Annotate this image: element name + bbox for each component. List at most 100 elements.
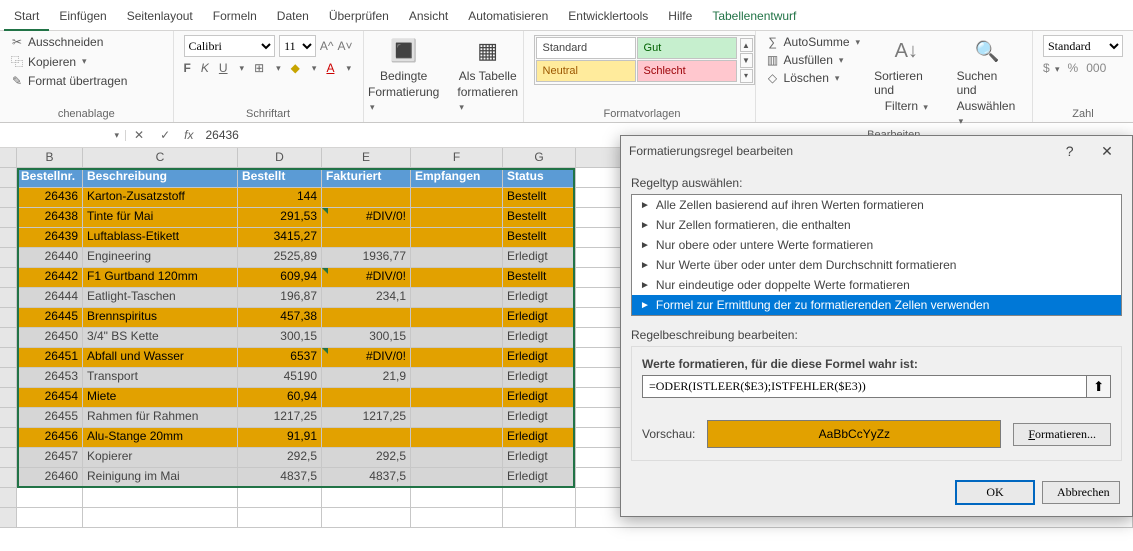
number-format-select[interactable]: Standard bbox=[1043, 35, 1123, 57]
cell[interactable] bbox=[411, 188, 503, 208]
cell[interactable]: 91,91 bbox=[238, 428, 322, 448]
italic-button[interactable]: K bbox=[201, 61, 209, 75]
row-header[interactable] bbox=[0, 228, 17, 248]
cell[interactable]: 26451 bbox=[17, 348, 83, 368]
fx-icon[interactable]: fx bbox=[178, 128, 199, 142]
style-schlecht[interactable]: Schlecht bbox=[637, 60, 737, 82]
style-standard[interactable]: Standard bbox=[536, 37, 636, 59]
cell[interactable]: 457,38 bbox=[238, 308, 322, 328]
conditional-formatting-button[interactable]: 🔳 Bedingte Formatierung ▾ bbox=[364, 35, 443, 113]
cell[interactable]: 1217,25 bbox=[322, 408, 411, 428]
cell-styles-gallery[interactable]: Standard Neutral Gut Schlecht ▲ ▼ ▾ bbox=[534, 35, 755, 85]
cell[interactable]: 4837,5 bbox=[238, 468, 322, 488]
cell[interactable] bbox=[0, 488, 17, 508]
cell[interactable]: 292,5 bbox=[322, 448, 411, 468]
cell[interactable] bbox=[17, 488, 83, 508]
cell[interactable] bbox=[411, 368, 503, 388]
row-header[interactable] bbox=[0, 308, 17, 328]
format-button[interactable]: Formatieren... bbox=[1013, 423, 1111, 446]
range-picker-button[interactable]: ⬆ bbox=[1087, 375, 1111, 398]
cell[interactable]: Erledigt bbox=[503, 368, 576, 388]
tab-start[interactable]: Start bbox=[4, 5, 49, 31]
row-header[interactable] bbox=[0, 408, 17, 428]
cell[interactable] bbox=[411, 348, 503, 368]
style-neutral[interactable]: Neutral bbox=[536, 60, 636, 82]
cell[interactable] bbox=[17, 508, 83, 528]
row-header[interactable] bbox=[0, 348, 17, 368]
cell[interactable] bbox=[322, 308, 411, 328]
row-header[interactable] bbox=[0, 188, 17, 208]
fill-color-button[interactable]: ◆ bbox=[291, 61, 300, 75]
cell[interactable]: Alu-Stange 20mm bbox=[83, 428, 238, 448]
cell[interactable]: Erledigt bbox=[503, 348, 576, 368]
cell[interactable]: 2525,89 bbox=[238, 248, 322, 268]
cell[interactable]: Bestellnr. bbox=[17, 168, 83, 188]
rule-type-option[interactable]: ►Nur eindeutige oder doppelte Werte form… bbox=[632, 275, 1121, 295]
cell[interactable]: 45190 bbox=[238, 368, 322, 388]
cell[interactable]: 26439 bbox=[17, 228, 83, 248]
cell[interactable] bbox=[83, 508, 238, 528]
rule-type-option[interactable]: ►Formel zur Ermittlung der zu formatiere… bbox=[632, 295, 1121, 315]
cell[interactable]: 26438 bbox=[17, 208, 83, 228]
cell[interactable]: Reinigung im Mai bbox=[83, 468, 238, 488]
tab-formeln[interactable]: Formeln bbox=[203, 5, 267, 30]
cell[interactable]: Erledigt bbox=[503, 308, 576, 328]
cell[interactable]: 26455 bbox=[17, 408, 83, 428]
cell[interactable]: 291,53 bbox=[238, 208, 322, 228]
cell[interactable] bbox=[411, 248, 503, 268]
autosum-button[interactable]: ∑AutoSumme ▾ bbox=[766, 35, 861, 49]
bold-button[interactable]: F bbox=[184, 61, 191, 75]
tab-daten[interactable]: Daten bbox=[267, 5, 319, 30]
gallery-more-icon[interactable]: ▾ bbox=[740, 69, 753, 83]
rule-type-option[interactable]: ►Nur Werte über oder unter dem Durchschn… bbox=[632, 255, 1121, 275]
find-select-button[interactable]: 🔍 Suchen und Auswählen ▾ bbox=[953, 35, 1022, 127]
font-color-button[interactable]: A bbox=[326, 61, 334, 75]
formula-value[interactable]: 26436 bbox=[199, 128, 244, 142]
cell[interactable]: 300,15 bbox=[238, 328, 322, 348]
col-G[interactable]: G bbox=[503, 148, 576, 168]
cell[interactable] bbox=[411, 508, 503, 528]
cell[interactable]: 144 bbox=[238, 188, 322, 208]
cell[interactable] bbox=[411, 328, 503, 348]
copy-button[interactable]: ⿻Kopieren ▾ bbox=[10, 53, 163, 70]
rule-type-option[interactable]: ►Alle Zellen basierend auf ihren Werten … bbox=[632, 195, 1121, 215]
cell[interactable]: Status bbox=[503, 168, 576, 188]
col-B[interactable]: B bbox=[17, 148, 83, 168]
col-F[interactable]: F bbox=[411, 148, 503, 168]
cell[interactable]: Fakturiert bbox=[322, 168, 411, 188]
cell[interactable]: Erledigt bbox=[503, 448, 576, 468]
cell[interactable]: Bestellt bbox=[503, 208, 576, 228]
cancel-button[interactable]: Abbrechen bbox=[1042, 481, 1120, 504]
confirm-entry-icon[interactable]: ✓ bbox=[152, 128, 178, 142]
sort-filter-button[interactable]: A↓ Sortieren und Filtern ▾ bbox=[870, 35, 943, 113]
cell[interactable]: Bestellt bbox=[503, 228, 576, 248]
cell[interactable]: Rahmen für Rahmen bbox=[83, 408, 238, 428]
thousands-button[interactable]: 000 bbox=[1086, 61, 1106, 75]
style-gut[interactable]: Gut bbox=[637, 37, 737, 59]
cell[interactable]: 26460 bbox=[17, 468, 83, 488]
font-size-select[interactable]: 11 bbox=[279, 35, 316, 57]
cell[interactable]: Transport bbox=[83, 368, 238, 388]
cell[interactable]: Kopierer bbox=[83, 448, 238, 468]
cell[interactable]: 1936,77 bbox=[322, 248, 411, 268]
cell[interactable] bbox=[411, 408, 503, 428]
row-header[interactable] bbox=[0, 248, 17, 268]
cell[interactable]: Miete bbox=[83, 388, 238, 408]
shrink-font-icon[interactable]: A˅ bbox=[338, 39, 353, 53]
name-box[interactable]: ▾ bbox=[0, 130, 126, 141]
cell[interactable] bbox=[411, 388, 503, 408]
cell[interactable]: 292,5 bbox=[238, 448, 322, 468]
cell[interactable]: 26456 bbox=[17, 428, 83, 448]
cell[interactable] bbox=[411, 428, 503, 448]
cell[interactable]: Bestellt bbox=[503, 188, 576, 208]
cell[interactable]: #DIV/0! bbox=[322, 208, 411, 228]
cell[interactable]: 26442 bbox=[17, 268, 83, 288]
cut-button[interactable]: ✂Ausschneiden bbox=[10, 35, 163, 49]
help-button[interactable]: ? bbox=[1053, 143, 1087, 159]
cell[interactable]: 21,9 bbox=[322, 368, 411, 388]
cell[interactable]: 26440 bbox=[17, 248, 83, 268]
cell[interactable]: 196,87 bbox=[238, 288, 322, 308]
row-header[interactable] bbox=[0, 168, 17, 188]
grow-font-icon[interactable]: A^ bbox=[320, 39, 334, 53]
cell[interactable] bbox=[411, 468, 503, 488]
